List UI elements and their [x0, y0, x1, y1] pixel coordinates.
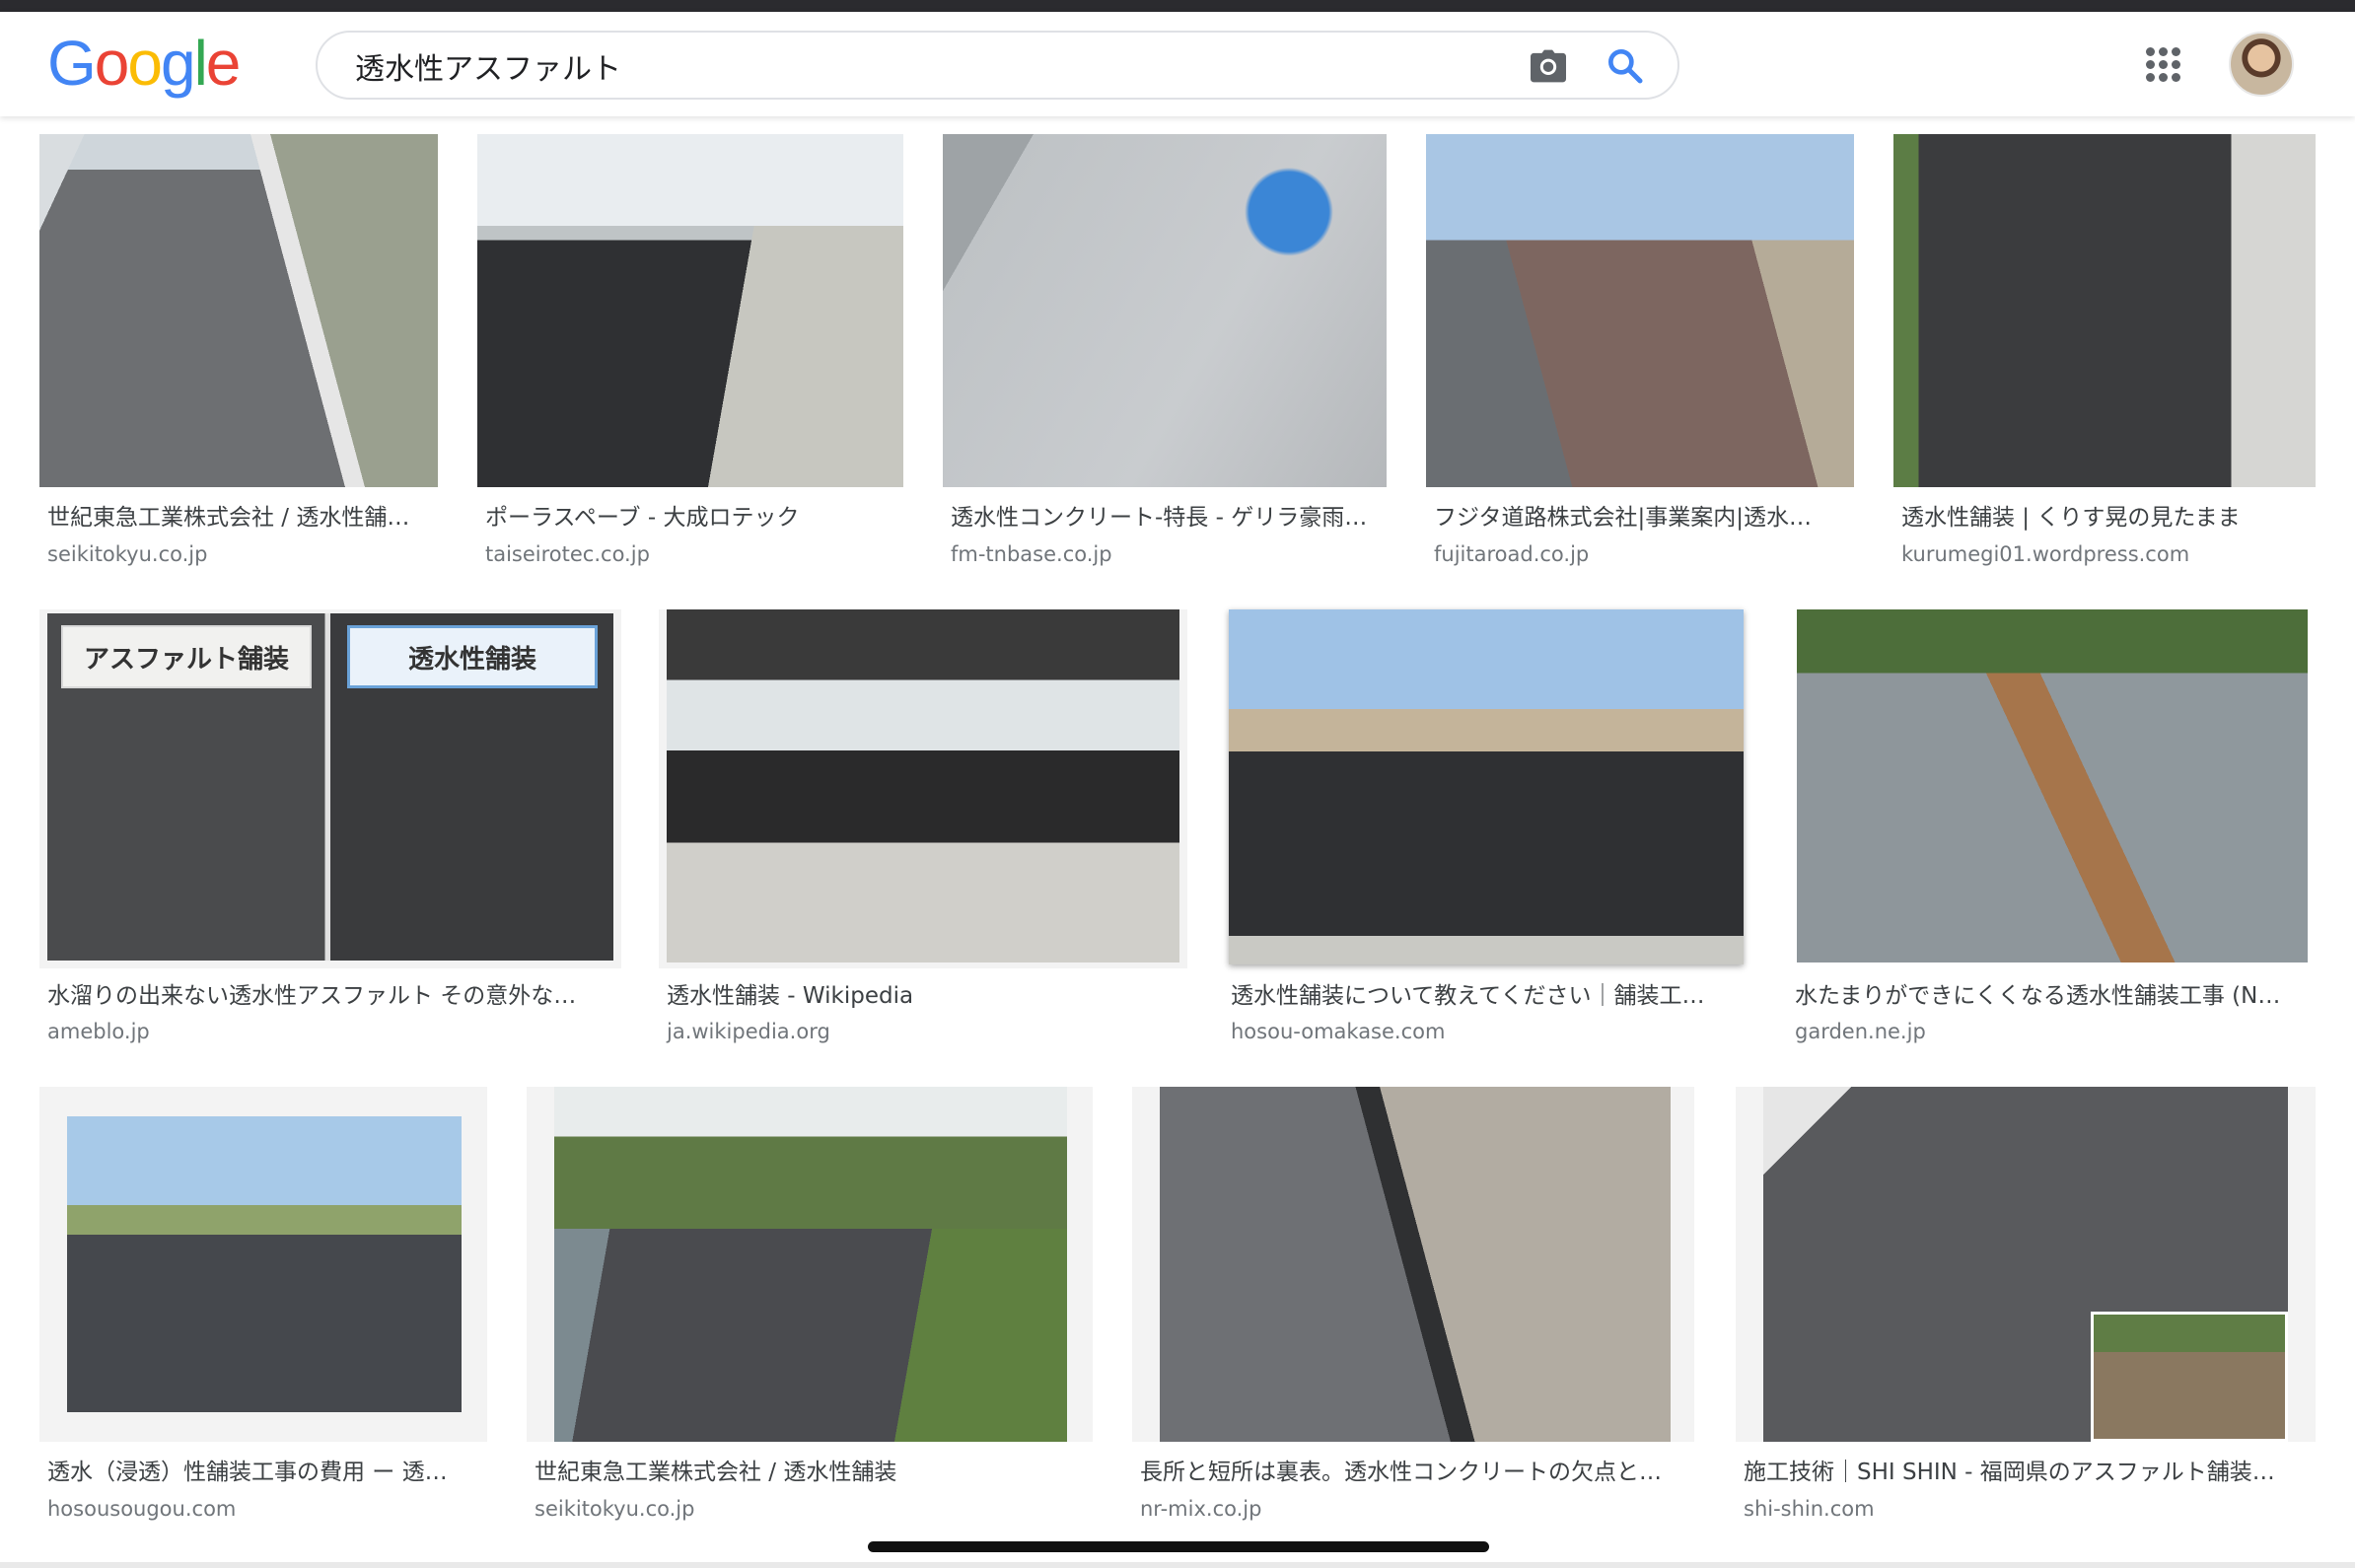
result-caption[interactable]: 世紀東急工業株式会社 / 透水性舗…: [47, 503, 432, 533]
result-source[interactable]: shi-shin.com: [1744, 1495, 1875, 1523]
result-source[interactable]: taiseirotec.co.jp: [485, 540, 650, 568]
result-source[interactable]: nr-mix.co.jp: [1140, 1495, 1261, 1523]
account-avatar[interactable]: [2229, 32, 2294, 97]
overlay-label-left: アスファルト舗装: [61, 625, 312, 688]
result-source[interactable]: ja.wikipedia.org: [667, 1018, 830, 1045]
search-input[interactable]: [355, 42, 1519, 90]
inset-thumbnail: [2091, 1312, 2288, 1442]
result-thumbnail[interactable]: [943, 134, 1387, 487]
result-caption[interactable]: フジタ道路株式会社|事業案内|透水…: [1434, 503, 1848, 533]
result-caption[interactable]: 施工技術｜SHI SHIN - 福岡県のアスファルト舗装…: [1744, 1458, 2296, 1487]
logo-letter: e: [205, 28, 242, 99]
result-thumbnail[interactable]: [1797, 609, 2308, 962]
result-caption[interactable]: 水溜りの出来ない透水性アスファルト その意外な…: [47, 981, 600, 1011]
result-caption[interactable]: 透水性舗装 - Wikipedia: [667, 981, 1179, 1011]
result-source[interactable]: hosousougou.com: [47, 1495, 236, 1523]
result-thumbnail[interactable]: [1763, 1087, 2288, 1442]
result-thumbnail[interactable]: [67, 1116, 462, 1412]
result-caption[interactable]: ポーラスペーブ - 大成ロテック: [485, 503, 899, 533]
home-indicator[interactable]: [868, 1541, 1489, 1552]
logo-letter: G: [47, 28, 97, 99]
result-thumbnail[interactable]: [554, 1087, 1067, 1442]
result-source[interactable]: seikitokyu.co.jp: [47, 540, 207, 568]
result-source[interactable]: fujitaroad.co.jp: [1434, 540, 1589, 568]
result-caption[interactable]: 透水性舗装 | くりす晃の見たまま: [1901, 503, 2316, 533]
result-caption[interactable]: 世紀東急工業株式会社 / 透水性舗装: [535, 1458, 1067, 1487]
result-source[interactable]: fm-tnbase.co.jp: [951, 540, 1112, 568]
status-bar: [0, 0, 2355, 12]
result-thumbnail[interactable]: アスファルト舗装 透水性舗装: [47, 613, 613, 961]
result-caption[interactable]: 長所と短所は裏表。透水性コンクリートの欠点と…: [1140, 1458, 1684, 1487]
overlay-label-right: 透水性舗装: [347, 625, 598, 688]
logo-letter: g: [160, 28, 196, 99]
logo-letter: o: [94, 28, 130, 99]
result-source[interactable]: seikitokyu.co.jp: [535, 1495, 694, 1523]
camera-icon[interactable]: [1529, 48, 1568, 84]
result-source[interactable]: kurumegi01.wordpress.com: [1901, 540, 2189, 568]
result-thumbnail[interactable]: [1229, 609, 1744, 964]
result-thumbnail[interactable]: [1893, 134, 2316, 487]
search-box[interactable]: [316, 31, 1679, 100]
result-thumbnail[interactable]: [1160, 1087, 1671, 1442]
google-logo[interactable]: Google: [47, 28, 242, 99]
result-source[interactable]: ameblo.jp: [47, 1018, 150, 1045]
result-source[interactable]: hosou-omakase.com: [1231, 1018, 1445, 1045]
result-thumbnail[interactable]: [477, 134, 903, 487]
logo-letter: l: [193, 28, 208, 99]
logo-letter: o: [127, 28, 163, 99]
search-header: Google: [0, 12, 2355, 116]
next-row-peek: [0, 1562, 2355, 1568]
result-caption[interactable]: 透水性舗装について教えてください｜舗装工…: [1231, 981, 1734, 1011]
search-icon[interactable]: [1606, 46, 1645, 86]
result-caption[interactable]: 水たまりができにくくなる透水性舗装工事 (N…: [1795, 981, 2298, 1011]
result-source[interactable]: garden.ne.jp: [1795, 1018, 1926, 1045]
result-caption[interactable]: 透水（浸透）性舗装工事の費用 ー 透…: [47, 1458, 471, 1487]
result-caption[interactable]: 透水性コンクリート-特長 - ゲリラ豪雨…: [951, 503, 1383, 533]
result-thumbnail[interactable]: [667, 609, 1179, 962]
result-thumbnail[interactable]: [1426, 134, 1854, 487]
apps-grid-icon[interactable]: [2146, 47, 2181, 83]
result-thumbnail[interactable]: [39, 134, 438, 487]
